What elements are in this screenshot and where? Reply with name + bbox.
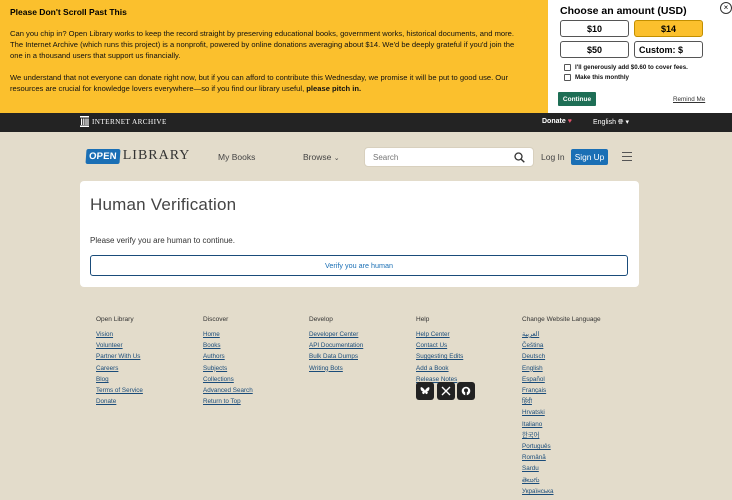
monthly-label: Make this monthly <box>575 74 629 81</box>
language-link[interactable]: Čeština <box>522 340 601 351</box>
footer-link-volunteer[interactable]: Volunteer <box>96 340 143 351</box>
search-icon[interactable] <box>514 152 525 163</box>
language-link[interactable]: हिंदी <box>522 396 601 407</box>
footer-heading: Change Website Language <box>522 316 601 323</box>
remind-me-link[interactable]: Remind Me <box>673 96 705 103</box>
page-title: Human Verification <box>90 195 237 214</box>
footer-link-return-top[interactable]: Return to Top <box>203 396 253 407</box>
footer-link-add-book[interactable]: Add a Book <box>416 363 463 374</box>
footer-open-library: Open Library Vision Volunteer Partner Wi… <box>96 316 143 407</box>
x-icon[interactable] <box>436 382 455 400</box>
language-link[interactable]: العربية <box>522 329 601 340</box>
footer-link-subjects[interactable]: Subjects <box>203 363 253 374</box>
footer-help: Help Help Center Contact Us Suggesting E… <box>416 316 463 385</box>
logo-library: LIBRARY <box>122 148 191 163</box>
footer-link-authors[interactable]: Authors <box>203 351 253 362</box>
amount-title: Choose an amount (USD) <box>560 5 687 17</box>
language-link[interactable]: Français <box>522 385 601 396</box>
footer-link-partner[interactable]: Partner With Us <box>96 351 143 362</box>
language-link[interactable]: 한국어 <box>522 430 601 441</box>
internet-archive-logo[interactable]: INTERNET ARCHIVE <box>80 116 167 127</box>
monthly-checkbox[interactable] <box>564 74 571 81</box>
footer-link-writing-bots[interactable]: Writing Bots <box>309 363 363 374</box>
footer-link-help-center[interactable]: Help Center <box>416 329 463 340</box>
github-icon[interactable] <box>457 382 475 400</box>
footer-discover: Discover Home Books Authors Subjects Col… <box>203 316 253 407</box>
custom-amount-input[interactable]: Custom: $ <box>634 41 703 58</box>
footer-link-vision[interactable]: Vision <box>96 329 143 340</box>
amount-10-button[interactable]: $10 <box>560 20 629 37</box>
language-link[interactable]: Português <box>522 441 601 452</box>
hamburger-menu-icon[interactable] <box>622 152 632 161</box>
footer-link-api-docs[interactable]: API Documentation <box>309 340 363 351</box>
browse-menu[interactable]: Browse ⌄ <box>303 152 340 162</box>
signup-button[interactable]: Sign Up <box>571 149 608 165</box>
footer-link-books[interactable]: Books <box>203 340 253 351</box>
banner-paragraph-1: Can you chip in? Open Library works to k… <box>10 29 515 60</box>
internet-archive-bar: INTERNET ARCHIVE Donate ♥ English 🌐︎ ▾ <box>0 113 732 132</box>
ia-donate-link[interactable]: Donate ♥ <box>542 118 572 125</box>
ia-donate-label: Donate <box>542 118 566 125</box>
browse-label: Browse <box>303 152 332 162</box>
footer-link-contact[interactable]: Contact Us <box>416 340 463 351</box>
footer-link-home[interactable]: Home <box>203 329 253 340</box>
close-icon[interactable]: × <box>720 2 732 14</box>
logo-open: OPEN <box>85 148 121 164</box>
language-link[interactable]: English <box>522 363 601 374</box>
footer-develop: Develop Developer Center API Documentati… <box>309 316 363 374</box>
verification-message: Please verify you are human to continue. <box>90 236 235 245</box>
footer-link-terms[interactable]: Terms of Service <box>96 385 143 396</box>
footer-link-careers[interactable]: Careers <box>96 363 143 374</box>
footer-heading: Develop <box>309 316 333 323</box>
footer-link-donate[interactable]: Donate <box>96 396 143 407</box>
cover-fees-checkbox[interactable] <box>564 64 571 71</box>
language-link[interactable]: Română <box>522 452 601 463</box>
language-link[interactable]: Deutsch <box>522 351 601 362</box>
footer-link-developer-center[interactable]: Developer Center <box>309 329 363 340</box>
banner-heading: Please Don't Scroll Past This <box>10 7 127 17</box>
footer-link-advanced-search[interactable]: Advanced Search <box>203 385 253 396</box>
language-label: English <box>593 119 616 126</box>
open-library-logo[interactable]: OPEN LIBRARY <box>85 148 191 164</box>
banner-pitch-in: please pitch in. <box>306 84 362 93</box>
footer-link-blog[interactable]: Blog <box>96 374 143 385</box>
search-input[interactable] <box>373 153 503 162</box>
globe-icon: 🌐︎ <box>617 119 624 126</box>
amount-50-button[interactable]: $50 <box>560 41 629 58</box>
footer-link-data-dumps[interactable]: Bulk Data Dumps <box>309 351 363 362</box>
footer-heading: Open Library <box>96 316 134 323</box>
banner-paragraph-2: We understand that not everyone can dona… <box>10 72 520 94</box>
heart-icon: ♥ <box>567 118 572 125</box>
footer-heading: Help <box>416 316 430 323</box>
language-link[interactable]: Italiano <box>522 419 601 430</box>
continue-button[interactable]: Continue <box>558 92 596 106</box>
amount-14-button[interactable]: $14 <box>634 20 703 37</box>
login-link[interactable]: Log In <box>541 152 565 162</box>
bluesky-icon[interactable] <box>416 382 434 400</box>
footer-link-suggesting-edits[interactable]: Suggesting Edits <box>416 351 463 362</box>
archive-building-icon <box>80 116 89 127</box>
my-books-link[interactable]: My Books <box>218 152 255 162</box>
verify-human-button[interactable]: Verify you are human <box>90 255 628 276</box>
language-link[interactable]: Español <box>522 374 601 385</box>
banner-paragraph-2-text: We understand that not everyone can dona… <box>10 73 508 93</box>
verification-card: Human Verification Please verify you are… <box>80 181 639 287</box>
language-link[interactable]: Hrvatski <box>522 407 601 418</box>
cover-fees-label: I'll generously add $0.60 to cover fees. <box>575 64 688 71</box>
social-links <box>416 382 478 400</box>
language-link[interactable]: Sardu <box>522 463 601 474</box>
chevron-down-icon: ⌄ <box>333 155 340 162</box>
cover-fees-checkbox-row[interactable]: I'll generously add $0.60 to cover fees. <box>564 64 688 71</box>
caret-down-icon: ▾ <box>625 119 629 126</box>
internet-archive-logo-text: INTERNET ARCHIVE <box>92 117 167 126</box>
search-box[interactable] <box>364 147 534 167</box>
monthly-checkbox-row[interactable]: Make this monthly <box>564 74 629 81</box>
language-link[interactable]: తెలుగు <box>522 475 601 486</box>
language-selector[interactable]: English 🌐︎ ▾ <box>593 118 629 127</box>
footer-link-collections[interactable]: Collections <box>203 374 253 385</box>
language-link[interactable]: Українська <box>522 486 601 497</box>
footer-languages: Change Website Language العربية Čeština … <box>522 316 601 497</box>
footer-heading: Discover <box>203 316 229 323</box>
